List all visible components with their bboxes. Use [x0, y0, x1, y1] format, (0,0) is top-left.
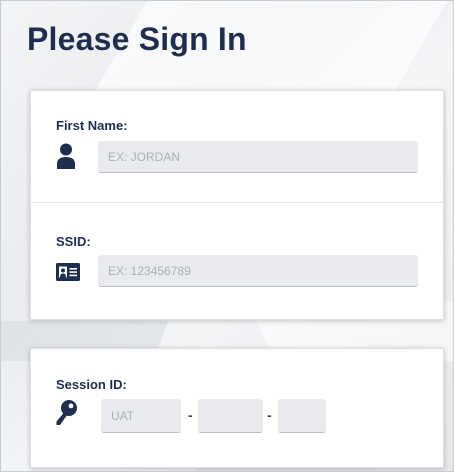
session-id-label: Session ID: — [56, 377, 127, 392]
session-card: Session ID: - - — [30, 348, 444, 468]
divider — [31, 202, 443, 203]
credentials-card: First Name: SSID: — [30, 90, 444, 320]
first-name-field[interactable] — [98, 141, 418, 173]
ssid-label: SSID: — [56, 234, 91, 249]
separator-1: - — [188, 407, 193, 423]
key-icon — [56, 400, 77, 425]
page-title: Please Sign In — [27, 21, 247, 57]
sign-in-screen: Please Sign In First Name: SSID: Session… — [0, 0, 454, 472]
person-icon — [57, 143, 75, 169]
session-id-part2[interactable] — [198, 399, 263, 433]
first-name-label: First Name: — [56, 118, 128, 133]
ssid-field[interactable] — [98, 255, 418, 287]
session-id-part1[interactable] — [101, 399, 181, 433]
separator-2: - — [267, 407, 272, 423]
session-id-part3[interactable] — [278, 399, 326, 433]
id-card-icon — [56, 263, 80, 281]
